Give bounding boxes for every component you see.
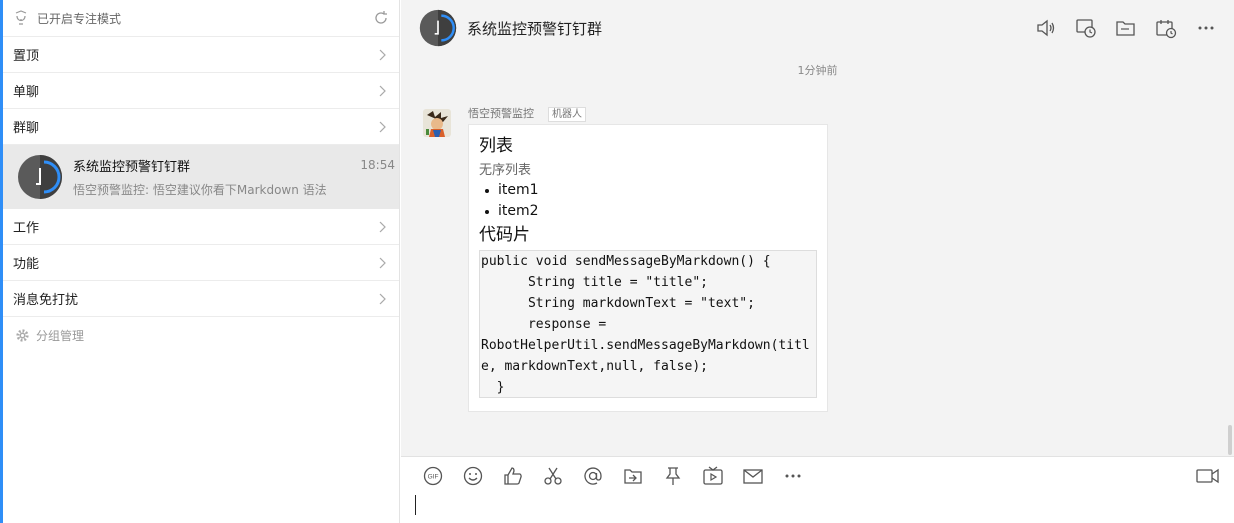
svg-text:GIF: GIF: [428, 474, 439, 481]
sidebar-item-label: 工作: [13, 221, 40, 236]
composer-toolbar: GIF: [401, 457, 1234, 495]
more-icon[interactable]: [1195, 17, 1217, 39]
conversation-time: 18:54: [360, 158, 395, 172]
video-call-icon[interactable]: [1196, 465, 1220, 487]
focus-mode-row[interactable]: 已开启专注模式: [3, 0, 399, 37]
chevron-right-icon: [379, 257, 386, 268]
group-management-label: 分组管理: [36, 328, 85, 343]
markdown-subheading: 无序列表: [479, 163, 532, 178]
conversation-preview: 悟空预警监控: 悟空建议你看下Markdown 语法: [73, 183, 327, 197]
sidebar-item-label: 群聊: [13, 121, 40, 136]
share-icon[interactable]: [622, 465, 644, 487]
markdown-heading-code: 代码片: [479, 225, 530, 245]
chat-title: 系统监控预警钉钉群: [467, 19, 603, 38]
markdown-message-card: 列表 无序列表 item1 item2 代码片 public void send…: [468, 124, 828, 412]
live-icon[interactable]: [702, 465, 724, 487]
folder-icon[interactable]: [1115, 17, 1137, 39]
more-icon[interactable]: [782, 465, 804, 487]
dingtalk-window: 已开启专注模式 置顶 单聊 群聊 系统监控预警钉钉群 悟空预警监控: 悟空建议你…: [0, 0, 1234, 523]
robot-badge: 机器人: [548, 107, 586, 122]
message-input[interactable]: [413, 495, 1213, 519]
sidebar-item-group-chat[interactable]: 群聊: [3, 109, 399, 145]
speaker-icon[interactable]: [1035, 17, 1057, 39]
conversation-item-active[interactable]: 系统监控预警钉钉群 悟空预警监控: 悟空建议你看下Markdown 语法 18:…: [3, 145, 399, 209]
chevron-right-icon: [379, 85, 386, 96]
sender-avatar[interactable]: [423, 109, 451, 137]
chat-header: 系统监控预警钉钉群: [401, 0, 1234, 56]
list-item: item2: [485, 201, 817, 222]
sidebar-item-work[interactable]: 工作: [3, 209, 399, 245]
mail-icon[interactable]: [742, 465, 764, 487]
sidebar-item-label: 功能: [13, 257, 40, 272]
sidebar-item-features[interactable]: 功能: [3, 245, 399, 281]
sidebar-item-pinned[interactable]: 置顶: [3, 37, 399, 73]
markdown-list: item1 item2: [485, 180, 817, 222]
scissors-icon[interactable]: [542, 465, 564, 487]
mention-icon[interactable]: [582, 465, 604, 487]
header-toolbar: [1026, 17, 1226, 39]
chevron-right-icon: [379, 293, 386, 304]
chevron-right-icon: [379, 49, 386, 60]
message-timestamp: 1分钟前: [797, 64, 838, 77]
chevron-right-icon: [379, 121, 386, 132]
text-caret: [415, 495, 416, 515]
chat-panel: 系统监控预警钉钉群 1分钟前 悟空预警监控 机器人 列表 无序列表 item1 …: [401, 0, 1234, 523]
focus-mode-label: 已开启专注模式: [37, 11, 122, 26]
refresh-icon[interactable]: [373, 10, 389, 26]
sender-line: 悟空预警监控 机器人: [468, 105, 586, 122]
sidebar-item-label: 消息免打扰: [13, 293, 79, 308]
chevron-right-icon: [379, 221, 386, 232]
emoji-icon[interactable]: [462, 465, 484, 487]
gear-icon: [16, 328, 29, 342]
sidebar-item-label: 置顶: [13, 49, 40, 64]
list-item: item1: [485, 180, 817, 201]
group-avatar: [18, 155, 62, 199]
conversation-name: 系统监控预警钉钉群: [73, 160, 191, 175]
group-management-button[interactable]: 分组管理: [3, 317, 399, 353]
sidebar: 已开启专注模式 置顶 单聊 群聊 系统监控预警钉钉群 悟空预警监控: 悟空建议你…: [3, 0, 400, 523]
chat-scrollbar[interactable]: [1228, 425, 1232, 455]
markdown-heading-list: 列表: [479, 136, 513, 156]
sidebar-item-do-not-disturb[interactable]: 消息免打扰: [3, 281, 399, 317]
group-avatar[interactable]: [419, 9, 457, 47]
gif-icon[interactable]: GIF: [422, 465, 444, 487]
chat-history-icon[interactable]: [1075, 17, 1097, 39]
like-icon[interactable]: [502, 465, 524, 487]
message-composer: GIF: [401, 456, 1234, 523]
sidebar-item-single-chat[interactable]: 单聊: [3, 73, 399, 109]
pin-icon[interactable]: [662, 465, 684, 487]
code-block: public void sendMessageByMarkdown() { St…: [479, 250, 817, 398]
sidebar-item-label: 单聊: [13, 85, 40, 100]
focus-mode-icon: [13, 10, 29, 26]
calendar-icon[interactable]: [1155, 17, 1177, 39]
sender-name[interactable]: 悟空预警监控: [468, 107, 534, 120]
